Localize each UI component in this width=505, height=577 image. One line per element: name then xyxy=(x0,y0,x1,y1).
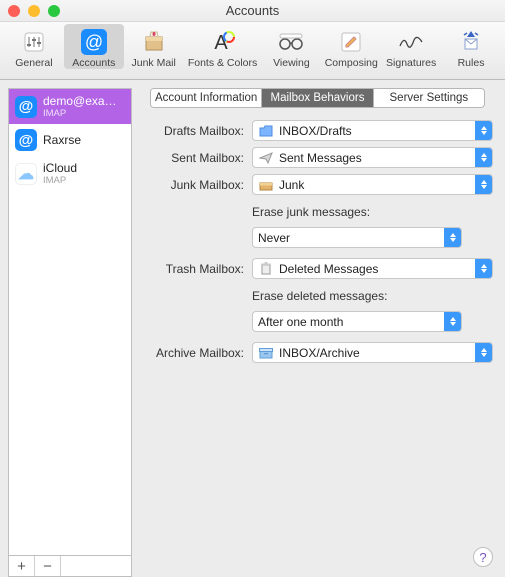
remove-account-button[interactable]: − xyxy=(35,556,61,576)
account-name: demo@exa… xyxy=(43,94,117,108)
account-name: Raxrse xyxy=(43,133,81,147)
sent-value: Sent Messages xyxy=(279,151,475,165)
tab-account-information[interactable]: Account Information xyxy=(151,89,262,107)
erase-junk-value: Never xyxy=(258,231,444,245)
archive-mailbox-popup[interactable]: INBOX/Archive xyxy=(252,342,493,363)
at-icon: @ xyxy=(81,28,107,56)
sent-label: Sent Mailbox: xyxy=(142,151,244,165)
trash-icon xyxy=(258,261,274,277)
window-zoom-button[interactable] xyxy=(48,5,60,17)
account-name: iCloud xyxy=(43,161,77,175)
account-sub: IMAP xyxy=(43,108,117,119)
svg-text:@: @ xyxy=(85,32,103,52)
toolbar-label: Rules xyxy=(458,57,485,69)
archive-value: INBOX/Archive xyxy=(279,346,475,360)
tab-mailbox-behaviors[interactable]: Mailbox Behaviors xyxy=(262,89,373,107)
folder-icon xyxy=(258,123,274,139)
main-panel: Account Information Mailbox Behaviors Se… xyxy=(132,80,505,577)
at-icon: @ xyxy=(15,96,37,118)
toolbar-junk-mail[interactable]: Junk Mail xyxy=(124,24,184,69)
updown-arrows-icon xyxy=(475,175,492,194)
toolbar-accounts[interactable]: @ Accounts xyxy=(64,24,124,69)
account-tabs: Account Information Mailbox Behaviors Se… xyxy=(150,88,485,108)
drafts-mailbox-popup[interactable]: INBOX/Drafts xyxy=(252,120,493,141)
account-sub: IMAP xyxy=(43,175,77,186)
archive-label: Archive Mailbox: xyxy=(142,346,244,360)
window-minimize-button[interactable] xyxy=(28,5,40,17)
help-button[interactable]: ? xyxy=(473,547,493,567)
slider-icon xyxy=(22,28,46,56)
updown-arrows-icon xyxy=(475,343,492,362)
paper-plane-icon xyxy=(258,150,274,166)
mailbox-behaviors-form: Drafts Mailbox: INBOX/Drafts Sent Mailbo… xyxy=(142,120,493,363)
toolbar-fonts-colors[interactable]: A Fonts & Colors xyxy=(184,24,262,69)
add-account-button[interactable]: + xyxy=(9,556,35,576)
updown-arrows-icon xyxy=(475,121,492,140)
updown-arrows-icon xyxy=(444,228,461,247)
erase-junk-label: Erase junk messages: xyxy=(252,205,493,219)
account-row[interactable]: ☁ iCloud IMAP xyxy=(9,156,131,191)
accounts-list-footer: + − xyxy=(8,555,132,577)
trash-value: Deleted Messages xyxy=(279,262,475,276)
toolbar-label: Junk Mail xyxy=(132,57,176,69)
preferences-toolbar: General @ Accounts Junk Mail A Fonts & C… xyxy=(0,22,505,80)
account-row[interactable]: @ demo@exa… IMAP xyxy=(9,89,131,124)
erase-deleted-label: Erase deleted messages: xyxy=(252,289,493,303)
toolbar-label: Signatures xyxy=(386,57,436,69)
updown-arrows-icon xyxy=(475,259,492,278)
erase-junk-popup[interactable]: Never xyxy=(252,227,462,248)
updown-arrows-icon xyxy=(475,148,492,167)
toolbar-composing[interactable]: Composing xyxy=(321,24,381,69)
toolbar-label: General xyxy=(15,57,52,69)
junk-box-icon xyxy=(258,177,274,193)
drafts-value: INBOX/Drafts xyxy=(279,124,475,138)
junk-label: Junk Mailbox: xyxy=(142,178,244,192)
accounts-sidebar: @ demo@exa… IMAP @ Raxrse ☁ iCloud IMAP xyxy=(0,80,132,577)
glasses-icon xyxy=(277,28,305,56)
erase-deleted-popup[interactable]: After one month xyxy=(252,311,462,332)
toolbar-signatures[interactable]: Signatures xyxy=(381,24,441,69)
titlebar: Accounts xyxy=(0,0,505,22)
toolbar-label: Accounts xyxy=(72,57,115,69)
trash-mailbox-popup[interactable]: Deleted Messages xyxy=(252,258,493,279)
junk-value: Junk xyxy=(279,178,475,192)
window-title: Accounts xyxy=(0,3,505,18)
tab-server-settings[interactable]: Server Settings xyxy=(374,89,484,107)
svg-text:A: A xyxy=(214,32,228,54)
trash-label: Trash Mailbox: xyxy=(142,262,244,276)
toolbar-viewing[interactable]: Viewing xyxy=(261,24,321,69)
junk-mailbox-popup[interactable]: Junk xyxy=(252,174,493,195)
toolbar-label: Viewing xyxy=(273,57,310,69)
signature-icon xyxy=(397,28,425,56)
trash-bin-icon xyxy=(141,28,167,56)
rules-icon xyxy=(458,28,484,56)
accounts-list: @ demo@exa… IMAP @ Raxrse ☁ iCloud IMAP xyxy=(8,88,132,555)
toolbar-label: Fonts & Colors xyxy=(188,57,257,69)
fonts-colors-icon: A xyxy=(210,28,236,56)
sent-mailbox-popup[interactable]: Sent Messages xyxy=(252,147,493,168)
cloud-icon: ☁ xyxy=(15,163,37,185)
window-close-button[interactable] xyxy=(8,5,20,17)
toolbar-rules[interactable]: Rules xyxy=(441,24,501,69)
compose-icon xyxy=(339,28,363,56)
account-row[interactable]: @ Raxrse xyxy=(9,124,131,156)
toolbar-label: Composing xyxy=(325,57,378,69)
erase-deleted-value: After one month xyxy=(258,315,444,329)
toolbar-general[interactable]: General xyxy=(4,24,64,69)
at-icon: @ xyxy=(15,129,37,151)
archive-box-icon xyxy=(258,345,274,361)
updown-arrows-icon xyxy=(444,312,461,331)
drafts-label: Drafts Mailbox: xyxy=(142,124,244,138)
